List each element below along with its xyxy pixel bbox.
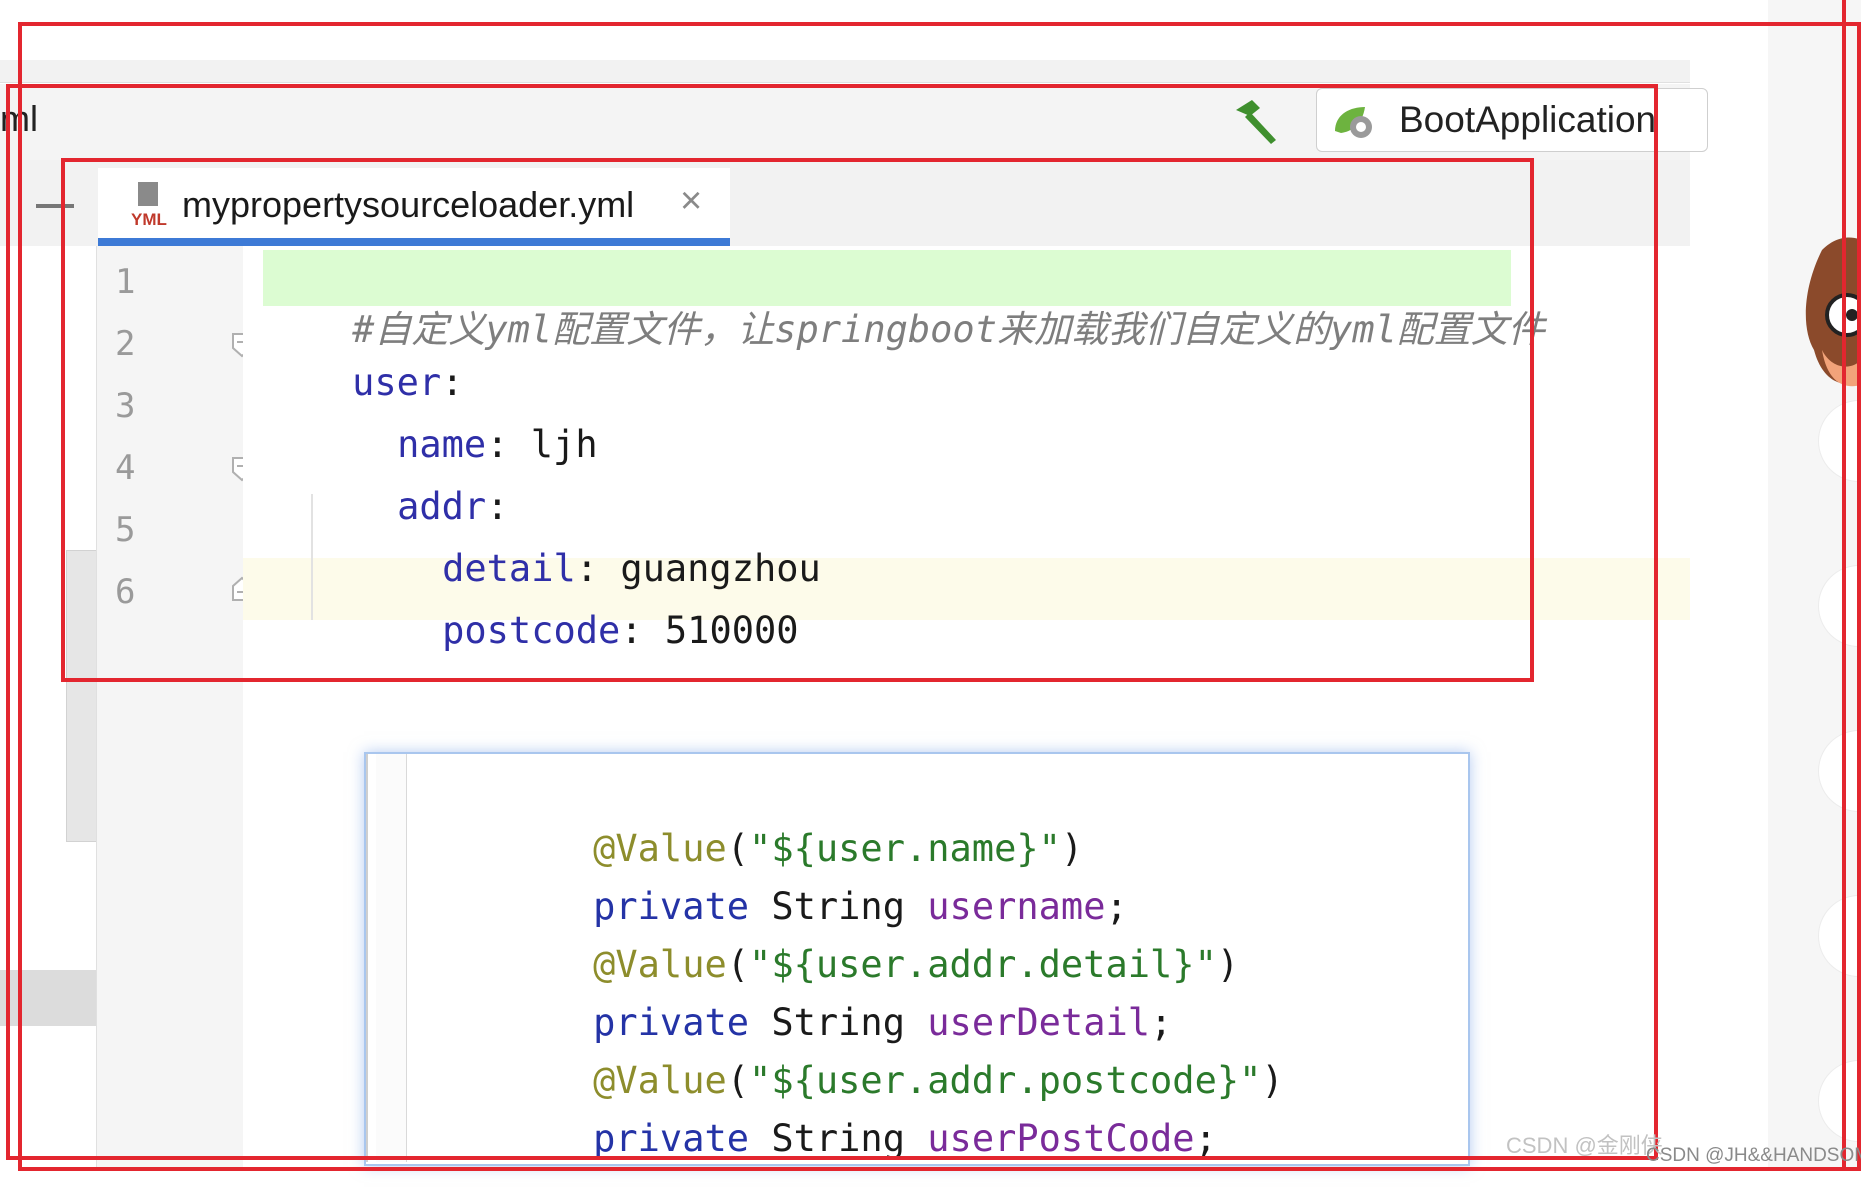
watermark-credit: CSDN @JH&&HANDSOME <box>1646 1145 1861 1166</box>
annotation-box-yaml <box>61 158 1534 682</box>
watermark-faded: CSDN @金刚侠 <box>1506 1133 1663 1158</box>
annotation-edge-line <box>1842 0 1846 1171</box>
